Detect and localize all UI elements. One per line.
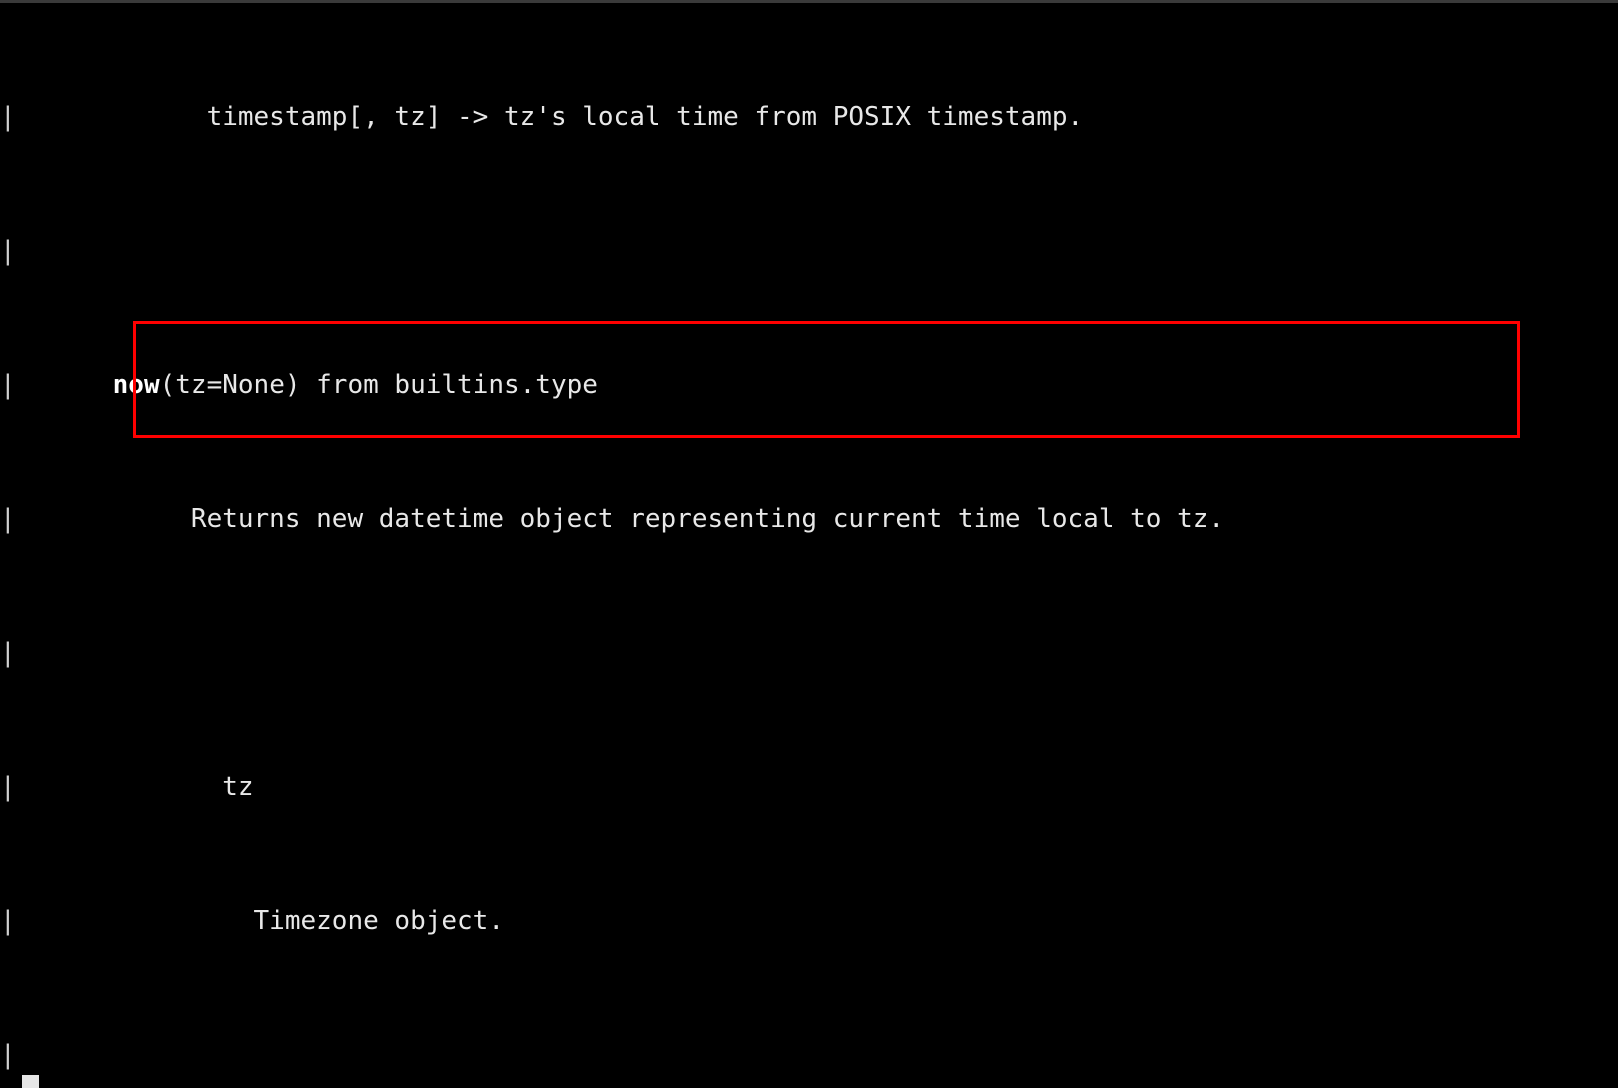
terminal-line: | tz (0, 771, 1618, 805)
terminal-line: | Timezone object. (0, 905, 1618, 939)
terminal-cursor (22, 1075, 39, 1088)
terminal-line: | timestamp[, tz] -> tz's local time fro… (0, 101, 1618, 135)
pager-text-area[interactable]: | timestamp[, tz] -> tz's local time fro… (0, 0, 1618, 1088)
gutter-pipe: | (0, 101, 16, 132)
line-text: Timezone object. (97, 905, 504, 936)
terminal-line: | (0, 235, 1618, 269)
gutter-pipe: | (0, 905, 16, 936)
gutter-pipe: | (0, 771, 16, 802)
terminal-window: | timestamp[, tz] -> tz's local time fro… (0, 0, 1618, 1088)
terminal-line: | (0, 637, 1618, 671)
line-text: Returns new datetime object representing… (97, 503, 1225, 534)
terminal-line: | (0, 1039, 1618, 1073)
gutter-pipe: | (0, 637, 16, 668)
terminal-line: | Returns new datetime object representi… (0, 503, 1618, 537)
line-text: timestamp[, tz] -> tz's local time from … (97, 101, 1084, 132)
terminal-line-now: | now(tz=None) from builtins.type (0, 369, 1618, 403)
gutter-pipe: | (0, 503, 16, 534)
method-name-now: now (97, 369, 160, 400)
gutter-pipe: | (0, 1039, 16, 1070)
line-text: tz (97, 771, 254, 802)
line-text: (tz=None) from builtins.type (159, 369, 598, 400)
gutter-pipe: | (0, 235, 16, 266)
gutter-pipe: | (0, 369, 16, 400)
